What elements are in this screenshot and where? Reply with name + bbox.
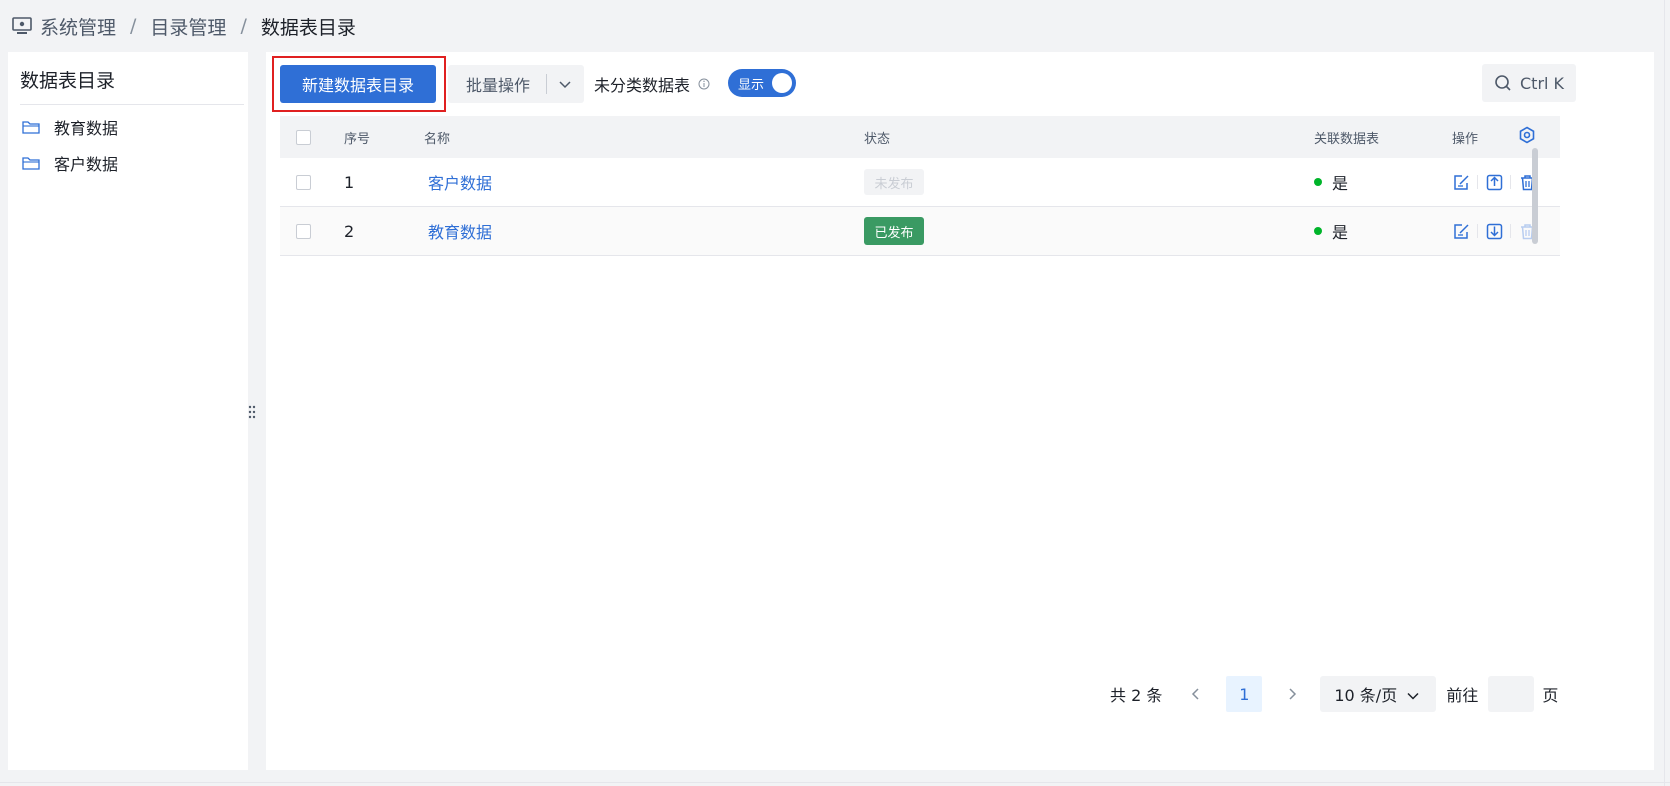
catalog-table: 序号 名称 状态 关联数据表 操作 1 客户数据 未发布 是 2 教育数据 已发… (280, 116, 1560, 256)
uncategorized-label: 未分类数据表 (594, 65, 710, 103)
row-checkbox[interactable] (296, 223, 311, 239)
uncategorized-text: 未分类数据表 (594, 76, 691, 95)
batch-actions-label: 批量操作 (466, 76, 531, 95)
page-number[interactable]: 1 (1226, 676, 1263, 712)
new-catalog-button[interactable]: 新建数据表目录 (280, 65, 436, 103)
goto-label: 前往 (1446, 686, 1479, 705)
search-shortcut: Ctrl K (1520, 73, 1565, 93)
header-name: 名称 (424, 131, 451, 147)
main-panel: 新建数据表目录 批量操作 未分类数据表 显示 Ctrl K 序号 名称 状态 关… (266, 52, 1654, 770)
chevron-down-icon[interactable] (547, 79, 583, 89)
status-badge: 未发布 (864, 169, 924, 195)
select-all-checkbox[interactable] (296, 129, 311, 145)
divider (1510, 224, 1511, 238)
row-no: 1 (344, 172, 355, 192)
breadcrumb-separator: / (130, 15, 137, 37)
window-edge (0, 782, 1670, 786)
divider (1477, 224, 1478, 238)
row-actions (1452, 222, 1536, 240)
sidebar-divider (20, 104, 244, 105)
tree-item-customer[interactable]: 客户数据 (22, 148, 118, 178)
sidebar-title: 数据表目录 (20, 70, 116, 92)
row-name-link[interactable]: 客户数据 (428, 170, 492, 194)
table-header: 序号 名称 状态 关联数据表 操作 (280, 116, 1560, 158)
status-dot (1314, 227, 1322, 235)
breadcrumb-separator: / (240, 15, 247, 37)
divider (1477, 175, 1478, 189)
row-name-link[interactable]: 教育数据 (428, 219, 492, 243)
toggle-knob (772, 73, 792, 93)
chevron-left-icon[interactable] (1184, 687, 1208, 701)
header-related: 关联数据表 (1314, 131, 1380, 147)
breadcrumb-item-current: 数据表目录 (260, 16, 356, 39)
related-cell: 是 (1314, 219, 1348, 243)
show-uncategorized-toggle[interactable]: 显示 (728, 69, 796, 97)
table-row: 2 教育数据 已发布 是 (280, 207, 1560, 256)
page-size-value: 10 条/页 (1334, 686, 1398, 705)
row-checkbox[interactable] (296, 174, 311, 190)
chevron-down-icon (1407, 685, 1419, 704)
edit-icon[interactable] (1452, 222, 1470, 240)
table-row: 1 客户数据 未发布 是 (280, 158, 1560, 207)
total-count: 共 2 条 (1110, 686, 1163, 705)
edit-icon[interactable] (1452, 173, 1470, 191)
folder-icon (22, 155, 42, 171)
divider (1510, 175, 1511, 189)
search-icon (1494, 74, 1512, 92)
system-admin-icon (12, 16, 34, 36)
header-status: 状态 (864, 131, 891, 147)
tree-item-label: 教育数据 (54, 119, 119, 138)
window-edge (1664, 0, 1670, 786)
status-dot (1314, 178, 1322, 186)
pagination: 共 2 条 1 10 条/页 前往 页 (1110, 676, 1558, 712)
info-icon[interactable] (698, 78, 710, 90)
unpublish-icon[interactable] (1485, 222, 1503, 240)
panel-resizer[interactable] (248, 52, 266, 770)
row-actions (1452, 173, 1536, 191)
toggle-label: 显示 (738, 77, 765, 93)
header-no: 序号 (344, 131, 371, 147)
tree-item-label: 客户数据 (54, 155, 119, 174)
header-ops: 操作 (1452, 131, 1479, 147)
chevron-right-icon[interactable] (1280, 687, 1304, 701)
row-no: 2 (344, 221, 355, 241)
folder-icon (22, 119, 42, 135)
column-settings-icon[interactable] (1518, 126, 1536, 148)
search-button[interactable]: Ctrl K (1482, 64, 1576, 102)
breadcrumb-item-catalog[interactable]: 目录管理 (150, 13, 226, 40)
breadcrumb-item-system[interactable]: 系统管理 (40, 13, 116, 40)
page-unit-label: 页 (1542, 686, 1559, 705)
goto-page-input[interactable] (1488, 676, 1535, 712)
publish-icon[interactable] (1485, 173, 1503, 191)
status-badge: 已发布 (864, 217, 924, 245)
breadcrumb: 系统管理 / 目录管理 / 数据表目录 (12, 12, 356, 40)
related-cell: 是 (1314, 170, 1348, 194)
batch-actions-dropdown[interactable]: 批量操作 (448, 65, 584, 103)
drag-handle-icon[interactable] (248, 404, 256, 423)
page-size-select[interactable]: 10 条/页 (1320, 676, 1437, 712)
tree-item-education[interactable]: 教育数据 (22, 112, 118, 142)
sidebar: 数据表目录 教育数据 客户数据 (8, 52, 248, 770)
table-scrollbar[interactable] (1532, 148, 1538, 244)
